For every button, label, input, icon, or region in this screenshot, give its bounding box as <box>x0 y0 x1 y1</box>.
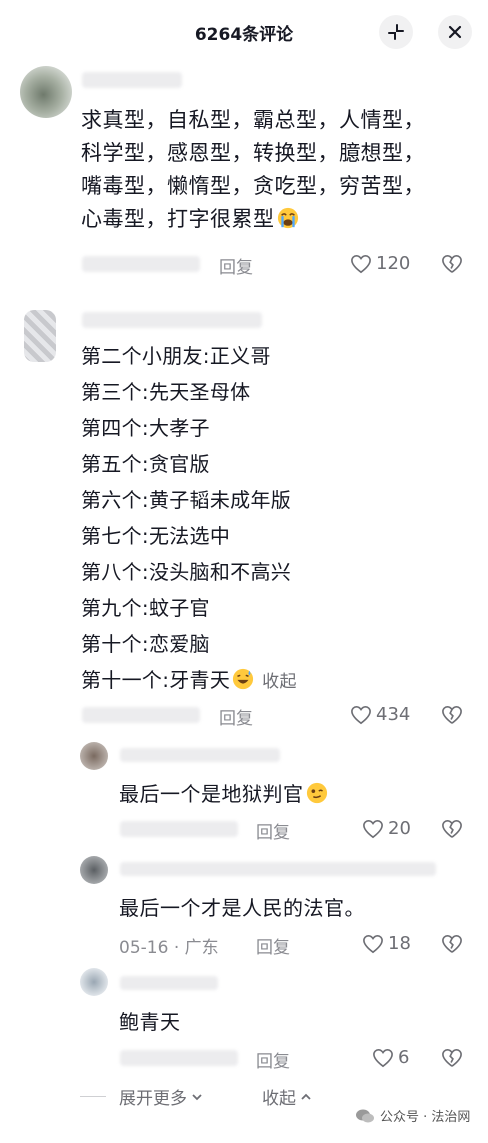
username-blurred[interactable] <box>82 312 262 328</box>
comment-text: 求真型，自私型，霸总型，人情型， 科学型，感恩型，转换型，臆想型， 嘴毒型，懒惰… <box>81 108 425 231</box>
meta-blurred <box>120 821 238 837</box>
heart-icon <box>351 254 371 273</box>
username-blurred[interactable] <box>120 862 436 876</box>
comment-meta: 05-16 · 广东 <box>119 938 219 958</box>
list-item: 第六个:黄子韬未成年版 <box>81 488 292 512</box>
like-button[interactable]: 20 <box>362 818 411 839</box>
heart-icon <box>351 705 371 724</box>
like-count: 20 <box>388 818 411 839</box>
list-item: 第十个:恋爱脑 <box>81 632 210 656</box>
like-count: 434 <box>376 704 411 725</box>
list-item: 第三个:先天圣母体 <box>81 380 251 404</box>
like-button[interactable]: 18 <box>362 933 411 954</box>
list-item: 第五个:贪官版 <box>81 452 210 476</box>
like-button[interactable]: 120 <box>350 253 410 274</box>
divider <box>80 1096 106 1097</box>
watermark: 公众号 · 法治网 <box>355 1106 470 1125</box>
list-item: 第九个:蚊子官 <box>81 596 210 620</box>
wechat-icon <box>356 1109 374 1122</box>
reply-button[interactable]: 回复 <box>219 253 253 278</box>
list-item: 第四个:大孝子 <box>81 416 210 440</box>
list-item: 第二个小朋友:正义哥 <box>81 344 271 368</box>
close-button[interactable] <box>438 15 472 49</box>
list-item: 第八个:没头脑和不高兴 <box>81 560 292 584</box>
username-blurred[interactable] <box>120 976 218 990</box>
username-blurred[interactable] <box>120 748 280 762</box>
meta-blurred <box>82 707 200 723</box>
broken-heart-icon <box>442 254 462 273</box>
avatar[interactable] <box>20 66 72 118</box>
like-count: 18 <box>388 933 411 954</box>
comment-location: 广东 <box>184 938 219 958</box>
collapse-icon <box>388 24 404 40</box>
comments-header: 6264条评论 <box>0 0 488 70</box>
chevron-up-icon <box>301 1093 311 1100</box>
heart-icon <box>373 1048 393 1067</box>
dislike-button[interactable] <box>441 1048 463 1072</box>
like-count: 120 <box>376 253 411 274</box>
reply-text: 最后一个才是人民的法官。 <box>119 896 365 920</box>
broken-heart-icon <box>442 1048 462 1067</box>
heart-icon <box>363 934 383 953</box>
like-count: 6 <box>398 1047 410 1068</box>
meta-blurred <box>82 256 200 272</box>
collapse-replies-button[interactable]: 收起 <box>262 1084 312 1109</box>
avatar[interactable] <box>80 742 108 770</box>
loudly-crying-face-icon <box>277 207 298 229</box>
like-button[interactable]: 434 <box>350 704 410 725</box>
meta-blurred <box>120 1050 238 1066</box>
username-blurred[interactable] <box>82 72 182 88</box>
heart-icon <box>363 819 383 838</box>
broken-heart-icon <box>442 705 462 724</box>
avatar[interactable] <box>80 856 108 884</box>
dislike-button[interactable] <box>441 254 463 278</box>
dislike-button[interactable] <box>441 819 463 843</box>
broken-heart-icon <box>442 819 462 838</box>
dislike-button[interactable] <box>441 705 463 729</box>
reply-button[interactable]: 回复 <box>256 818 290 843</box>
chevron-down-icon <box>192 1093 202 1100</box>
expand-more-button[interactable]: 展开更多 <box>119 1084 203 1109</box>
reply-button[interactable]: 回复 <box>256 1047 290 1072</box>
reply-text: 鲍青天 <box>119 1010 181 1034</box>
like-button[interactable]: 6 <box>372 1047 409 1068</box>
collapse-button[interactable] <box>379 15 413 49</box>
avatar[interactable] <box>24 310 56 362</box>
woozy-face-icon <box>306 782 327 804</box>
comment-date: 05-16 <box>119 938 169 958</box>
collapse-text-link[interactable]: 收起 <box>262 672 297 692</box>
comment-count-title: 6264条评论 <box>194 25 294 45</box>
reply-text: 最后一个是地狱判官 <box>119 778 328 811</box>
dislike-button[interactable] <box>441 934 463 958</box>
broken-heart-icon <box>442 934 462 953</box>
reply-button[interactable]: 回复 <box>219 704 253 729</box>
list-item: 第十一个:牙青天 收起 <box>81 668 297 692</box>
reply-button[interactable]: 回复 <box>256 933 290 958</box>
close-icon <box>448 25 462 39</box>
avatar[interactable] <box>80 968 108 996</box>
list-item: 第七个:无法选中 <box>81 524 231 548</box>
grinning-sweat-face-icon <box>233 668 254 690</box>
